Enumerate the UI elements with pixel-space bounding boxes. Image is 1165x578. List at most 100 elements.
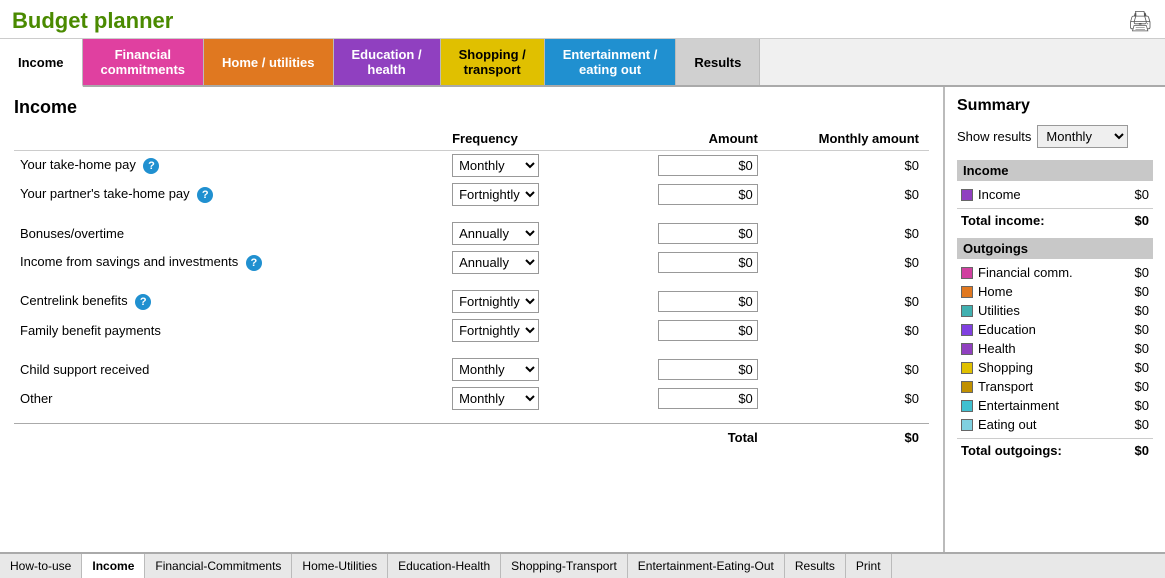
total-label: Total	[611, 423, 764, 448]
income-row: Family benefit payments WeeklyFortnightly…	[14, 316, 929, 345]
tab-shopping[interactable]: Shopping /transport	[441, 39, 545, 85]
total-outgoings-label: Total outgoings:	[961, 443, 1062, 458]
frequency-select[interactable]: WeeklyFortnightlyMonthlyAnnually	[452, 222, 539, 245]
app-header: Budget planner 🖨	[0, 0, 1165, 39]
tab-results[interactable]: Results	[676, 39, 760, 85]
bottom-tab-entertainment-eating-out[interactable]: Entertainment-Eating-Out	[628, 554, 785, 578]
bottom-tab-home-utilities[interactable]: Home-Utilities	[292, 554, 388, 578]
row-label: Your partner's take-home pay ?	[14, 180, 446, 209]
col-header-monthly: Monthly amount	[764, 128, 929, 151]
outgoing-item-label: Health	[978, 341, 1016, 356]
amount-cell	[611, 384, 764, 413]
income-row: Centrelink benefits ? WeeklyFortnightlyMo…	[14, 287, 929, 316]
help-icon[interactable]: ?	[246, 255, 262, 271]
frequency-select[interactable]: WeeklyFortnightlyMonthlyAnnually	[452, 183, 539, 206]
amount-input[interactable]	[658, 388, 758, 409]
col-header-amount: Amount	[611, 128, 764, 151]
tab-financial[interactable]: Financialcommitments	[83, 39, 205, 85]
bottom-bar: How-to-useIncomeFinancial-CommitmentsHom…	[0, 552, 1165, 578]
bottom-tab-results[interactable]: Results	[785, 554, 846, 578]
outgoing-swatch	[961, 305, 973, 317]
frequency-cell: WeeklyFortnightlyMonthlyAnnually	[446, 384, 611, 413]
tab-home[interactable]: Home / utilities	[204, 39, 333, 85]
amount-input[interactable]	[658, 252, 758, 273]
row-label: Centrelink benefits ?	[14, 287, 446, 316]
bottom-tab-how-to-use[interactable]: How-to-use	[0, 554, 82, 578]
bottom-tab-income[interactable]: Income	[82, 554, 145, 578]
frequency-cell: WeeklyFortnightlyMonthlyAnnually	[446, 316, 611, 345]
outgoing-item-value: $0	[1135, 360, 1149, 375]
row-label: Family benefit payments	[14, 316, 446, 345]
tab-entertainment[interactable]: Entertainment /eating out	[545, 39, 677, 85]
show-results-select[interactable]: Monthly Weekly Fortnightly Annually	[1037, 125, 1128, 148]
row-label: Other	[14, 384, 446, 413]
outgoing-item-value: $0	[1135, 417, 1149, 432]
amount-input[interactable]	[658, 155, 758, 176]
summary-outgoings-title: Outgoings	[957, 238, 1153, 259]
monthly-amount-cell: $0	[764, 219, 929, 248]
summary-outgoing-item: Home $0	[957, 282, 1153, 301]
frequency-select[interactable]: WeeklyFortnightlyMonthlyAnnually	[452, 387, 539, 410]
frequency-cell: WeeklyFortnightlyMonthlyAnnually	[446, 248, 611, 277]
outgoing-item-value: $0	[1135, 379, 1149, 394]
bottom-tab-financial-commitments[interactable]: Financial-Commitments	[145, 554, 292, 578]
tab-education[interactable]: Education /health	[334, 39, 441, 85]
income-item-value: $0	[1135, 187, 1149, 202]
tab-income[interactable]: Income	[0, 39, 83, 87]
help-icon[interactable]: ?	[143, 158, 159, 174]
amount-cell	[611, 219, 764, 248]
total-spacer2	[446, 423, 611, 448]
bottom-tab-print[interactable]: Print	[846, 554, 892, 578]
outgoing-swatch	[961, 267, 973, 279]
outgoing-item-label: Home	[978, 284, 1013, 299]
frequency-select[interactable]: WeeklyFortnightlyMonthlyAnnually	[452, 358, 539, 381]
income-swatch	[961, 189, 973, 201]
total-spacer	[14, 423, 446, 448]
amount-input[interactable]	[658, 184, 758, 205]
frequency-cell: WeeklyFortnightlyMonthlyAnnually	[446, 180, 611, 209]
frequency-cell: WeeklyFortnightlyMonthlyAnnually	[446, 151, 611, 181]
amount-input[interactable]	[658, 320, 758, 341]
outgoing-swatch	[961, 419, 973, 431]
amount-input[interactable]	[658, 223, 758, 244]
main-content: Income Frequency Amount Monthly amount Y…	[0, 87, 1165, 552]
outgoing-swatch	[961, 324, 973, 336]
frequency-select[interactable]: WeeklyFortnightlyMonthlyAnnually	[452, 154, 539, 177]
total-income-value: $0	[1135, 213, 1149, 228]
frequency-select[interactable]: WeeklyFortnightlyMonthlyAnnually	[452, 319, 539, 342]
income-row: OtherWeeklyFortnightlyMonthlyAnnually$0	[14, 384, 929, 413]
total-outgoings-value: $0	[1135, 443, 1149, 458]
outgoing-item-label: Utilities	[978, 303, 1020, 318]
summary-outgoing-item: Eating out $0	[957, 415, 1153, 434]
income-row: Your partner's take-home pay ? WeeklyFort…	[14, 180, 929, 209]
summary-title: Summary	[957, 97, 1153, 115]
outgoing-item-label: Education	[978, 322, 1036, 337]
left-panel: Income Frequency Amount Monthly amount Y…	[0, 87, 945, 552]
amount-input[interactable]	[658, 291, 758, 312]
monthly-amount-cell: $0	[764, 355, 929, 384]
help-icon[interactable]: ?	[135, 294, 151, 310]
frequency-cell: WeeklyFortnightlyMonthlyAnnually	[446, 355, 611, 384]
bottom-tab-shopping-transport[interactable]: Shopping-Transport	[501, 554, 628, 578]
amount-input[interactable]	[658, 359, 758, 380]
income-table: Frequency Amount Monthly amount Your tak…	[14, 128, 929, 448]
bottom-tab-education-health[interactable]: Education-Health	[388, 554, 501, 578]
frequency-select[interactable]: WeeklyFortnightlyMonthlyAnnually	[452, 290, 539, 313]
print-icon[interactable]: 🖨	[1128, 9, 1153, 34]
frequency-select[interactable]: WeeklyFortnightlyMonthlyAnnually	[452, 251, 539, 274]
summary-outgoing-item: Entertainment $0	[957, 396, 1153, 415]
outgoing-swatch	[961, 286, 973, 298]
frequency-cell: WeeklyFortnightlyMonthlyAnnually	[446, 287, 611, 316]
help-icon[interactable]: ?	[197, 187, 213, 203]
outgoing-item-label: Transport	[978, 379, 1033, 394]
outgoing-item-value: $0	[1135, 341, 1149, 356]
app-title: Budget planner	[12, 8, 173, 34]
summary-outgoing-item: Financial comm. $0	[957, 263, 1153, 282]
total-outgoings-row: Total outgoings: $0	[957, 438, 1153, 462]
outgoing-swatch	[961, 381, 973, 393]
total-row: Total $0	[14, 423, 929, 448]
summary-outgoing-item: Health $0	[957, 339, 1153, 358]
income-row: Income from savings and investments ?Wee…	[14, 248, 929, 277]
monthly-amount-cell: $0	[764, 316, 929, 345]
show-results-row: Show results Monthly Weekly Fortnightly …	[957, 125, 1153, 148]
